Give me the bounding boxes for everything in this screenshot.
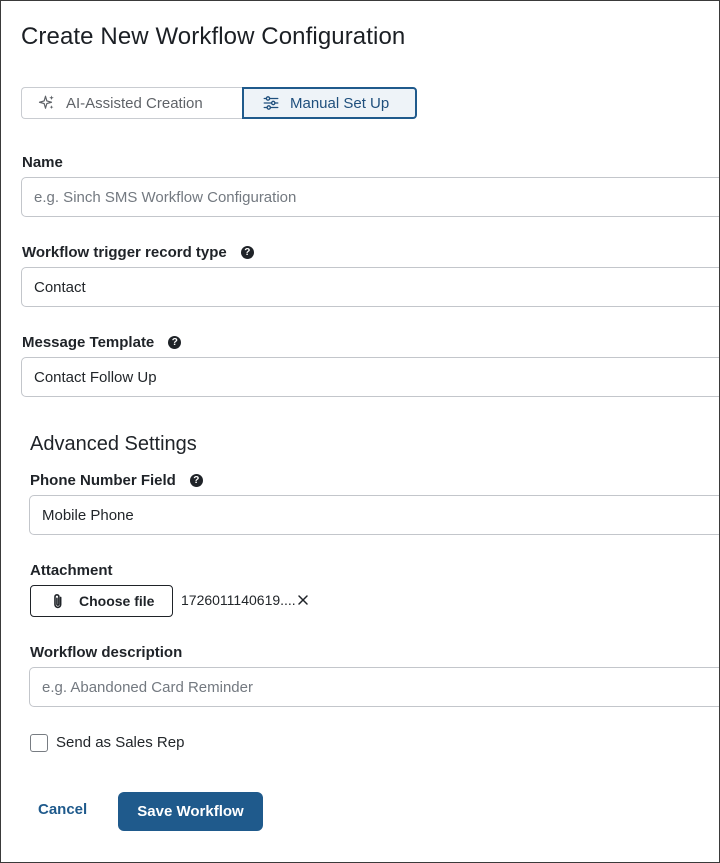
attachment-file-name: 1726011140619.... bbox=[181, 592, 296, 608]
sparkles-icon bbox=[38, 94, 56, 112]
message-template-label: Message Template ? bbox=[22, 334, 182, 351]
workflow-description-label: Workflow description bbox=[30, 644, 183, 661]
message-template-value: Contact Follow Up bbox=[34, 368, 157, 386]
cancel-button[interactable]: Cancel bbox=[38, 801, 87, 818]
message-template-select[interactable]: Contact Follow Up bbox=[21, 357, 719, 397]
ai-assisted-creation-label: AI-Assisted Creation bbox=[66, 94, 203, 112]
manual-set-up-label: Manual Set Up bbox=[290, 94, 390, 112]
name-input-placeholder: e.g. Sinch SMS Workflow Configuration bbox=[34, 188, 297, 206]
workflow-description-placeholder: e.g. Abandoned Card Reminder bbox=[42, 678, 253, 696]
manual-set-up-tab[interactable]: Manual Set Up bbox=[242, 87, 417, 119]
name-label: Name bbox=[22, 154, 63, 171]
choose-file-button[interactable]: Choose file bbox=[30, 585, 173, 617]
help-icon[interactable]: ? bbox=[240, 246, 254, 259]
sliders-icon bbox=[262, 94, 280, 112]
send-as-sales-rep-checkbox[interactable] bbox=[30, 734, 48, 752]
paperclip-icon bbox=[51, 593, 65, 609]
attachment-label: Attachment bbox=[30, 562, 113, 579]
advanced-settings-title: Advanced Settings bbox=[30, 433, 197, 455]
workflow-config-dialog: Create New Workflow Configuration AI-Ass… bbox=[0, 0, 720, 863]
phone-number-field-select[interactable]: Mobile Phone bbox=[29, 495, 719, 535]
workflow-description-input[interactable]: e.g. Abandoned Card Reminder bbox=[29, 667, 719, 707]
help-icon[interactable]: ? bbox=[168, 336, 182, 349]
close-icon[interactable] bbox=[296, 593, 310, 607]
help-icon[interactable]: ? bbox=[189, 474, 203, 487]
trigger-record-type-value: Contact bbox=[34, 278, 86, 296]
phone-number-field-label: Phone Number Field ? bbox=[30, 472, 203, 489]
trigger-record-type-label: Workflow trigger record type ? bbox=[22, 244, 254, 261]
mode-toggle: AI-Assisted Creation Manual Set Up bbox=[21, 87, 417, 119]
send-as-sales-rep-label[interactable]: Send as Sales Rep bbox=[56, 734, 184, 751]
phone-number-field-value: Mobile Phone bbox=[42, 506, 134, 524]
save-workflow-button[interactable]: Save Workflow bbox=[118, 792, 263, 831]
choose-file-label: Choose file bbox=[79, 593, 155, 609]
trigger-record-type-select[interactable]: Contact bbox=[21, 267, 719, 307]
page-title: Create New Workflow Configuration bbox=[21, 23, 406, 50]
ai-assisted-creation-tab[interactable]: AI-Assisted Creation bbox=[21, 87, 242, 119]
name-input[interactable]: e.g. Sinch SMS Workflow Configuration bbox=[21, 177, 719, 217]
save-workflow-label: Save Workflow bbox=[137, 803, 244, 820]
